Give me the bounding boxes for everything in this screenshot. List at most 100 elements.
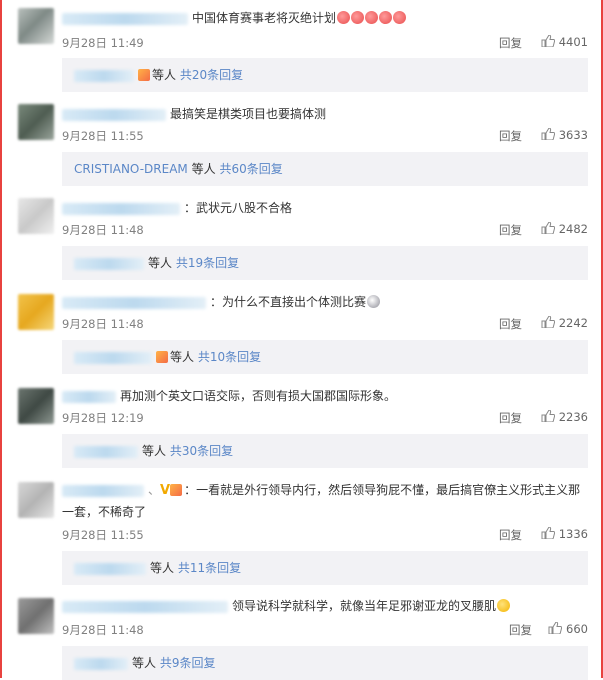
like-button[interactable]: 660 [548, 622, 588, 636]
avatar[interactable] [18, 598, 54, 634]
emoji-icon [337, 11, 351, 24]
reply-button[interactable]: 回复 [499, 222, 522, 238]
username-blurred[interactable] [62, 484, 144, 497]
view-replies-link[interactable]: 共60条回复 [219, 162, 282, 176]
like-count: 2242 [558, 316, 588, 330]
sub-replies-suffix: 等人 [142, 444, 167, 458]
username-blurred[interactable] [62, 12, 188, 25]
like-count: 2482 [558, 222, 588, 236]
comment-text: ：为什么不直接出个体测比赛 [210, 295, 367, 309]
sub-replies-suffix: 等人 [132, 656, 157, 670]
comment-text: 中国体育赛事老将灭绝计划 [192, 11, 337, 25]
comment-item: ：为什么不直接出个体测比赛 9月28日 11:48 回复 2242 等人 共10… [18, 282, 588, 374]
comment-meta: 9月28日 12:19 回复 2236 [62, 410, 588, 426]
reply-button[interactable]: 回复 [499, 527, 522, 543]
comment-meta: 9月28日 11:48 回复 660 [62, 622, 588, 638]
comment-item: 领导说科学就科学，就像当年足邪谢亚龙的叉腰肌 9月28日 11:48 回复 66… [18, 586, 588, 680]
emoji-icon [351, 11, 365, 24]
like-count: 2236 [558, 410, 588, 424]
sub-replies-suffix: 等人 [148, 256, 173, 270]
username-blurred[interactable] [62, 108, 166, 121]
username-blurred[interactable] [62, 600, 228, 613]
like-button[interactable]: 2236 [541, 410, 588, 424]
sub-replies: 等人 共11条回复 [62, 551, 588, 585]
reply-button[interactable]: 回复 [499, 35, 522, 51]
like-count: 660 [566, 622, 588, 636]
comment-meta: 9月28日 11:48 回复 2242 [62, 316, 588, 332]
username-blurred[interactable] [62, 390, 116, 403]
view-replies-link[interactable]: 共11条回复 [178, 561, 241, 575]
reply-button[interactable]: 回复 [499, 316, 522, 332]
reply-button[interactable]: 回复 [499, 128, 522, 144]
comment-text: 领导说科学就科学，就像当年足邪谢亚龙的叉腰肌 [232, 599, 497, 613]
view-replies-link[interactable]: 共9条回复 [160, 656, 216, 670]
avatar[interactable] [18, 8, 54, 44]
timestamp: 9月28日 11:48 [62, 317, 144, 331]
sub-replies: CRISTIANO-DREAM 等人 共60条回复 [62, 152, 588, 186]
replier-name-blurred[interactable] [74, 562, 146, 575]
timestamp: 9月28日 11:48 [62, 223, 144, 237]
timestamp: 9月28日 11:48 [62, 623, 144, 637]
emoji-icon [367, 295, 381, 308]
thumbs-up-icon [541, 128, 555, 140]
timestamp: 9月28日 12:19 [62, 411, 144, 425]
sub-replies: 等人 共19条回复 [62, 246, 588, 280]
comment-item: ：武状元八股不合格 9月28日 11:48 回复 2482 等人 共19条回复 [18, 188, 588, 280]
avatar[interactable] [18, 104, 54, 140]
view-replies-link[interactable]: 共30条回复 [170, 444, 233, 458]
replier-name-blurred[interactable] [74, 69, 134, 82]
like-button[interactable]: 2482 [541, 222, 588, 236]
level-badge-icon [156, 351, 168, 363]
replier-name-blurred[interactable] [74, 257, 144, 270]
sub-replies: 等人 共20条回复 [62, 58, 588, 92]
username-blurred[interactable] [62, 296, 206, 309]
timestamp: 9月28日 11:49 [62, 36, 144, 50]
comment-text-continued: 一套，不稀奇了 [62, 505, 147, 519]
replier-name-blurred[interactable] [74, 445, 138, 458]
like-count: 3633 [558, 128, 588, 142]
view-replies-link[interactable]: 共20条回复 [180, 68, 243, 82]
comment-item: 、V ：一看就是外行领导内行，然后领导狗屁不懂，最后搞官僚主义形式主义那 一套，不… [18, 470, 588, 585]
emoji-icon [497, 599, 511, 612]
sub-replies-suffix: 等人 [152, 68, 177, 82]
like-count: 1336 [558, 527, 588, 541]
comment-text: ：武状元八股不合格 [184, 201, 293, 215]
thumbs-up-icon [541, 222, 555, 234]
replier-name-blurred[interactable] [74, 657, 128, 670]
like-count: 4401 [558, 35, 588, 49]
sub-replies-suffix: 等人 [150, 561, 175, 575]
comment-meta: 9月28日 11:48 回复 2482 [62, 222, 588, 238]
sub-replies: 等人 共30条回复 [62, 434, 588, 468]
comment-item: 再加测个英文口语交际，否则有损大国郡国际形象。 9月28日 12:19 回复 2… [18, 376, 588, 468]
level-badge-icon [138, 69, 150, 81]
emoji-icon [379, 11, 393, 24]
comment-text: 最搞笑是棋类项目也要搞体测 [170, 107, 327, 121]
timestamp: 9月28日 11:55 [62, 129, 144, 143]
reply-button[interactable]: 回复 [509, 622, 532, 638]
comment-text: ：一看就是外行领导内行，然后领导狗屁不懂，最后搞官僚主义形式主义那 [184, 483, 581, 497]
vip-icon: V [160, 483, 171, 498]
like-button[interactable]: 3633 [541, 128, 588, 142]
username-blurred[interactable] [62, 202, 180, 215]
emoji-icon [393, 11, 407, 24]
thumbs-up-icon [541, 410, 555, 422]
frame-border-left [0, 0, 2, 678]
level-badge-icon [170, 484, 183, 496]
sub-replies-suffix: 等人 [170, 350, 195, 364]
view-replies-link[interactable]: 共10条回复 [198, 350, 261, 364]
avatar[interactable] [18, 294, 54, 330]
thumbs-up-icon [541, 316, 555, 328]
comment-meta: 9月28日 11:55 回复 3633 [62, 128, 588, 144]
comment-meta: 9月28日 11:49 回复 4401 [62, 35, 588, 51]
like-button[interactable]: 1336 [541, 527, 588, 541]
reply-button[interactable]: 回复 [499, 410, 522, 426]
sub-replies-suffix: 等人 [191, 162, 216, 176]
view-replies-link[interactable]: 共19条回复 [176, 256, 239, 270]
avatar[interactable] [18, 198, 54, 234]
avatar[interactable] [18, 388, 54, 424]
like-button[interactable]: 4401 [541, 35, 588, 49]
replier-name[interactable]: CRISTIANO-DREAM [74, 162, 188, 176]
avatar[interactable] [18, 482, 54, 518]
like-button[interactable]: 2242 [541, 316, 588, 330]
replier-name-blurred[interactable] [74, 351, 152, 364]
